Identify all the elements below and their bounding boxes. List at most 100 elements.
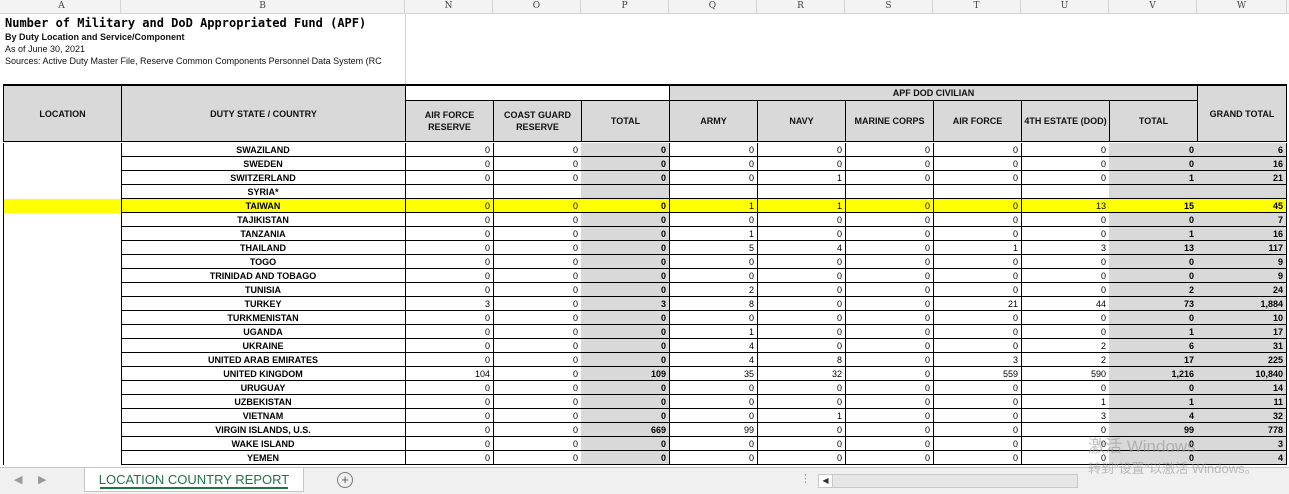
value-cell-s[interactable]: 0 <box>845 143 934 157</box>
value-cell-u[interactable]: 0 <box>1021 143 1110 157</box>
value-cell-q[interactable]: 4 <box>669 339 758 353</box>
value-cell-t[interactable]: 3 <box>933 353 1022 367</box>
value-cell-q[interactable]: 0 <box>669 409 758 423</box>
location-cell[interactable] <box>3 269 122 283</box>
value-cell-q[interactable]: 1 <box>669 227 758 241</box>
value-cell-v[interactable]: 0 <box>1109 143 1198 157</box>
country-cell[interactable]: SYRIA* <box>121 185 406 199</box>
value-cell-w[interactable]: 6 <box>1197 143 1287 157</box>
value-cell-n[interactable]: 0 <box>405 451 494 465</box>
value-cell-t[interactable]: 0 <box>933 423 1022 437</box>
country-cell[interactable]: TUNISIA <box>121 283 406 297</box>
value-cell-v[interactable]: 17 <box>1109 353 1198 367</box>
value-cell-p[interactable]: 0 <box>581 437 670 451</box>
value-cell-s[interactable]: 0 <box>845 367 934 381</box>
value-cell-o[interactable]: 0 <box>493 297 582 311</box>
value-cell-s[interactable]: 0 <box>845 157 934 171</box>
value-cell-u[interactable]: 13 <box>1021 199 1110 213</box>
table-row[interactable]: TURKMENISTAN 0 0 0 0 0 0 0 0 0 10 <box>3 311 1287 325</box>
value-cell-u[interactable]: 0 <box>1021 311 1110 325</box>
value-cell-q[interactable]: 0 <box>669 157 758 171</box>
header-civilian-total[interactable]: TOTAL <box>1109 100 1198 142</box>
country-cell[interactable]: TURKMENISTAN <box>121 311 406 325</box>
value-cell-q[interactable]: 5 <box>669 241 758 255</box>
value-cell-r[interactable]: 0 <box>757 395 846 409</box>
value-cell-p[interactable]: 0 <box>581 395 670 409</box>
value-cell-q[interactable]: 0 <box>669 143 758 157</box>
value-cell-q[interactable]: 0 <box>669 451 758 465</box>
value-cell-t[interactable]: 0 <box>933 381 1022 395</box>
value-cell-u[interactable]: 0 <box>1021 255 1110 269</box>
country-cell[interactable]: UNITED KINGDOM <box>121 367 406 381</box>
country-cell[interactable]: SWAZILAND <box>121 143 406 157</box>
value-cell-w[interactable]: 24 <box>1197 283 1287 297</box>
value-cell-o[interactable]: 0 <box>493 437 582 451</box>
table-row[interactable]: SWAZILAND 0 0 0 0 0 0 0 0 0 6 <box>3 143 1287 157</box>
country-cell[interactable]: WAKE ISLAND <box>121 437 406 451</box>
value-cell-o[interactable] <box>493 185 582 199</box>
value-cell-s[interactable]: 0 <box>845 395 934 409</box>
value-cell-r[interactable]: 8 <box>757 353 846 367</box>
value-cell-q[interactable]: 0 <box>669 395 758 409</box>
value-cell-w[interactable]: 45 <box>1197 199 1287 213</box>
value-cell-v[interactable]: 1 <box>1109 171 1198 185</box>
value-cell-u[interactable]: 0 <box>1021 157 1110 171</box>
value-cell-r[interactable]: 0 <box>757 311 846 325</box>
value-cell-u[interactable]: 2 <box>1021 353 1110 367</box>
value-cell-t[interactable]: 0 <box>933 339 1022 353</box>
value-cell-t[interactable]: 0 <box>933 283 1022 297</box>
value-cell-r[interactable]: 0 <box>757 339 846 353</box>
value-cell-v[interactable]: 1 <box>1109 227 1198 241</box>
table-row[interactable]: UKRAINE 0 0 0 4 0 0 0 2 6 31 <box>3 339 1287 353</box>
header-location[interactable]: LOCATION <box>3 85 122 142</box>
location-cell[interactable] <box>3 339 122 353</box>
value-cell-t[interactable]: 0 <box>933 157 1022 171</box>
value-cell-o[interactable]: 0 <box>493 367 582 381</box>
value-cell-r[interactable]: 0 <box>757 451 846 465</box>
value-cell-n[interactable]: 3 <box>405 297 494 311</box>
value-cell-u[interactable]: 3 <box>1021 409 1110 423</box>
header-apf-dod-civilian[interactable]: APF DOD CIVILIAN <box>669 85 1198 101</box>
value-cell-o[interactable]: 0 <box>493 157 582 171</box>
value-cell-t[interactable]: 21 <box>933 297 1022 311</box>
location-cell[interactable] <box>3 171 122 185</box>
value-cell-o[interactable]: 0 <box>493 339 582 353</box>
value-cell-w[interactable] <box>1197 185 1287 199</box>
value-cell-v[interactable]: 4 <box>1109 409 1198 423</box>
next-sheet-icon[interactable]: ▶ <box>38 473 46 486</box>
value-cell-o[interactable]: 0 <box>493 353 582 367</box>
value-cell-r[interactable]: 0 <box>757 269 846 283</box>
value-cell-u[interactable]: 0 <box>1021 269 1110 283</box>
country-cell[interactable]: TRINIDAD AND TOBAGO <box>121 269 406 283</box>
value-cell-w[interactable]: 117 <box>1197 241 1287 255</box>
header-navy[interactable]: NAVY <box>757 100 846 142</box>
value-cell-p[interactable]: 0 <box>581 451 670 465</box>
value-cell-n[interactable]: 0 <box>405 255 494 269</box>
value-cell-r[interactable]: 0 <box>757 213 846 227</box>
value-cell-t[interactable]: 0 <box>933 311 1022 325</box>
country-cell[interactable]: UNITED ARAB EMIRATES <box>121 353 406 367</box>
value-cell-u[interactable]: 0 <box>1021 325 1110 339</box>
value-cell-p[interactable]: 0 <box>581 381 670 395</box>
value-cell-r[interactable] <box>757 185 846 199</box>
table-row[interactable]: TOGO 0 0 0 0 0 0 0 0 0 9 <box>3 255 1287 269</box>
table-row[interactable]: SWEDEN 0 0 0 0 0 0 0 0 0 16 <box>3 157 1287 171</box>
location-cell[interactable] <box>3 311 122 325</box>
location-cell[interactable] <box>3 367 122 381</box>
value-cell-s[interactable] <box>845 185 934 199</box>
value-cell-r[interactable]: 0 <box>757 297 846 311</box>
value-cell-p[interactable]: 0 <box>581 255 670 269</box>
header-coast-guard-reserve[interactable]: COAST GUARD RESERVE <box>493 100 582 142</box>
value-cell-t[interactable]: 0 <box>933 451 1022 465</box>
value-cell-p[interactable]: 109 <box>581 367 670 381</box>
value-cell-v[interactable]: 73 <box>1109 297 1198 311</box>
value-cell-v[interactable]: 15 <box>1109 199 1198 213</box>
value-cell-w[interactable]: 11 <box>1197 395 1287 409</box>
table-row[interactable]: THAILAND 0 0 0 5 4 0 1 3 13 117 <box>3 241 1287 255</box>
value-cell-n[interactable]: 0 <box>405 157 494 171</box>
value-cell-v[interactable]: 13 <box>1109 241 1198 255</box>
table-row[interactable]: UNITED KINGDOM 104 0 109 35 32 0 559 590 1,216 10,… <box>3 367 1287 381</box>
column-letter-n[interactable]: N <box>405 0 493 13</box>
value-cell-o[interactable]: 0 <box>493 409 582 423</box>
country-cell[interactable]: TURKEY <box>121 297 406 311</box>
